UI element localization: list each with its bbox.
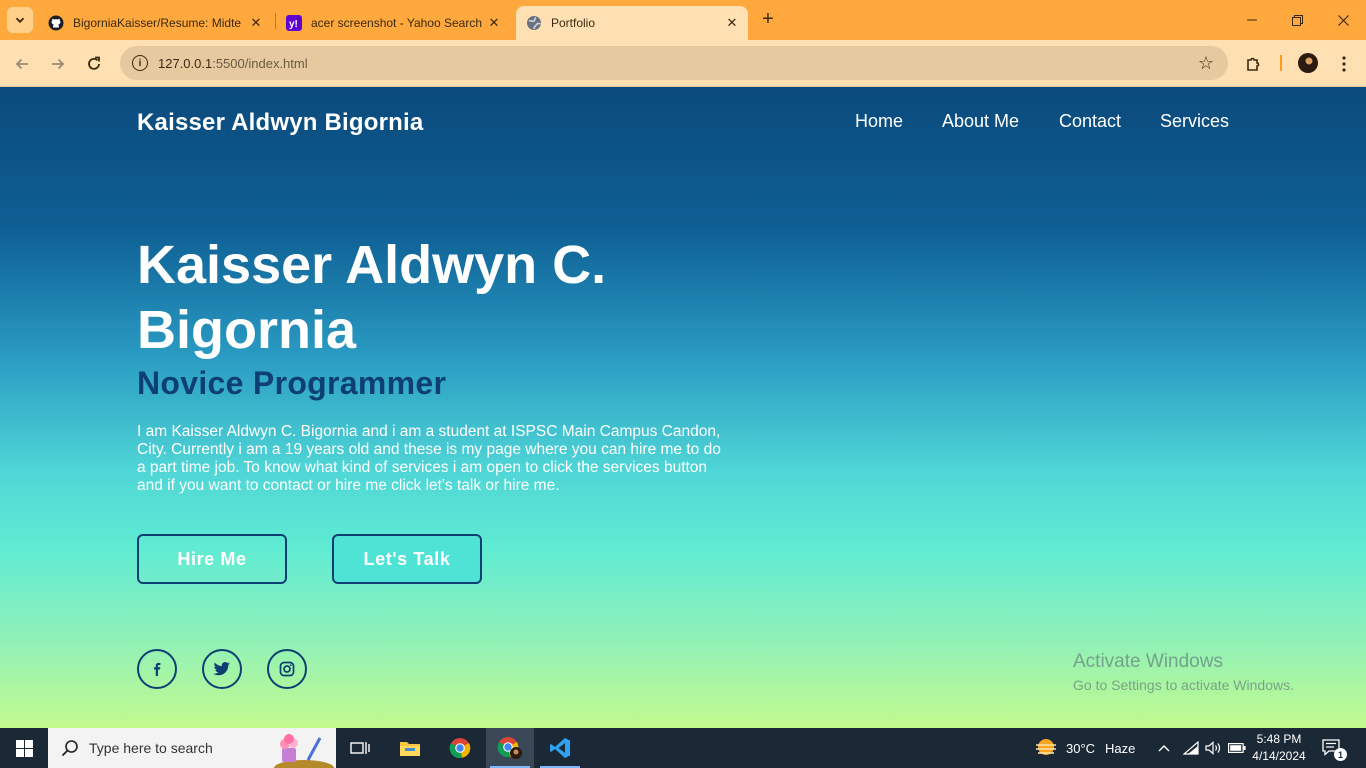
- arrow-right-icon: [52, 58, 65, 70]
- clock-time: 5:48 PM: [1256, 732, 1302, 746]
- notification-badge: 1: [1334, 748, 1347, 761]
- tab-portfolio[interactable]: Portfolio ✕: [516, 6, 748, 40]
- github-icon: [48, 15, 64, 31]
- wifi-icon: [1183, 741, 1199, 755]
- twitter-icon: [213, 661, 230, 676]
- volume-button[interactable]: [1202, 728, 1224, 768]
- browser-toolbar: i 127.0.0.1:5500/index.html ☆: [0, 40, 1366, 87]
- nav-link-home[interactable]: Home: [855, 111, 903, 132]
- chevron-up-icon: [1158, 745, 1170, 752]
- nav-link-services[interactable]: Services: [1160, 111, 1229, 132]
- vscode-button[interactable]: [536, 728, 584, 768]
- close-icon: [1337, 14, 1349, 26]
- clock-date: 4/14/2024: [1252, 749, 1306, 763]
- site-info-icon[interactable]: i: [132, 55, 148, 71]
- activate-windows-watermark: Activate Windows Go to Settings to activ…: [1073, 651, 1294, 693]
- taskbar-search-box[interactable]: Type here to search: [48, 728, 336, 768]
- back-button[interactable]: [10, 52, 34, 76]
- toolbar-divider: [1280, 55, 1282, 71]
- tab-title: Portfolio: [551, 16, 596, 30]
- tab-yahoo[interactable]: y! acer screenshot - Yahoo Search ✕: [276, 6, 510, 40]
- tab-search-button[interactable]: [7, 7, 33, 33]
- arrow-left-icon: [15, 58, 28, 70]
- search-placeholder: Type here to search: [89, 740, 213, 756]
- twitter-link[interactable]: [202, 649, 242, 689]
- search-highlight-icon: [274, 734, 334, 768]
- speaker-icon: [1204, 741, 1220, 755]
- show-hidden-icons-button[interactable]: [1152, 728, 1176, 768]
- file-explorer-button[interactable]: [386, 728, 434, 768]
- weather-temperature: 30°C: [1066, 740, 1096, 756]
- close-icon[interactable]: ✕: [248, 15, 264, 31]
- minimize-icon: [1247, 19, 1257, 21]
- tab-title: BigorniaKaisser/Resume: Midte: [73, 16, 242, 30]
- reload-button[interactable]: [82, 52, 106, 76]
- watermark-subtitle: Go to Settings to activate Windows.: [1073, 677, 1294, 693]
- battery-button[interactable]: [1226, 728, 1248, 768]
- kebab-menu-icon: [1342, 56, 1346, 72]
- bookmark-star-icon[interactable]: ☆: [1198, 53, 1214, 74]
- system-clock[interactable]: 5:48 PM 4/14/2024: [1248, 731, 1310, 765]
- chevron-down-icon: [15, 17, 25, 24]
- new-tab-button[interactable]: +: [758, 9, 778, 29]
- menu-button[interactable]: [1332, 52, 1356, 76]
- minimize-button[interactable]: [1229, 0, 1275, 40]
- chrome-profile-icon: [497, 737, 522, 759]
- forward-button[interactable]: [46, 52, 70, 76]
- instagram-icon: [279, 661, 295, 677]
- restore-button[interactable]: [1274, 0, 1320, 40]
- haze-sun-icon: [1036, 739, 1056, 755]
- close-window-button[interactable]: [1320, 0, 1366, 40]
- site-logo[interactable]: Kaisser Aldwyn Bigornia: [137, 109, 423, 137]
- close-icon[interactable]: ✕: [486, 15, 502, 31]
- restore-icon: [1291, 14, 1303, 26]
- chrome-icon: [449, 738, 471, 759]
- nav-link-contact[interactable]: Contact: [1059, 111, 1121, 132]
- facebook-link[interactable]: [137, 649, 177, 689]
- page-viewport: Kaisser Aldwyn Bigornia Home About Me Co…: [0, 87, 1366, 728]
- reload-icon: [88, 56, 100, 70]
- hero-description: I am Kaisser Aldwyn C. Bigornia and i am…: [137, 423, 721, 494]
- windows-taskbar: Type here to search 30°C Haze 5:48 PM 4/…: [0, 728, 1366, 768]
- chrome-button[interactable]: [436, 728, 484, 768]
- facebook-icon: [154, 662, 161, 676]
- lets-talk-button[interactable]: Let's Talk: [332, 534, 482, 584]
- close-icon[interactable]: ✕: [724, 15, 740, 31]
- yahoo-icon: y!: [286, 15, 302, 31]
- watermark-title: Activate Windows: [1073, 651, 1223, 672]
- tab-title: acer screenshot - Yahoo Search: [311, 16, 482, 30]
- instagram-link[interactable]: [267, 649, 307, 689]
- search-icon: [61, 740, 78, 757]
- browser-tab-strip: BigorniaKaisser/Resume: Midte ✕ y! acer …: [0, 0, 1366, 40]
- battery-icon: [1228, 743, 1246, 753]
- weather-widget[interactable]: 30°C Haze: [1034, 728, 1135, 768]
- extensions-button[interactable]: [1242, 52, 1266, 76]
- task-view-button[interactable]: [336, 728, 384, 768]
- url-text[interactable]: 127.0.0.1:5500/index.html: [158, 56, 308, 71]
- folder-icon: [400, 742, 420, 756]
- notification-center-button[interactable]: 1: [1322, 739, 1347, 761]
- start-button[interactable]: [0, 728, 48, 768]
- nav-link-about[interactable]: About Me: [942, 111, 1019, 132]
- windows-logo-icon: [15, 739, 33, 757]
- chrome-profile-button[interactable]: [486, 728, 534, 768]
- address-bar[interactable]: i 127.0.0.1:5500/index.html ☆: [120, 46, 1228, 80]
- weather-description: Haze: [1105, 740, 1136, 756]
- network-button[interactable]: [1180, 728, 1202, 768]
- vscode-icon: [550, 738, 570, 758]
- hero-role: Novice Programmer: [137, 365, 447, 401]
- task-view-icon: [350, 742, 370, 754]
- svg-text:y!: y!: [289, 19, 298, 30]
- globe-icon: [526, 15, 542, 31]
- tab-github[interactable]: BigorniaKaisser/Resume: Midte ✕: [38, 6, 272, 40]
- puzzle-icon: [1247, 57, 1260, 71]
- hero-name: Kaisser Aldwyn C. Bigornia: [137, 235, 607, 360]
- profile-avatar[interactable]: [1298, 53, 1318, 73]
- hire-me-button[interactable]: Hire Me: [137, 534, 287, 584]
